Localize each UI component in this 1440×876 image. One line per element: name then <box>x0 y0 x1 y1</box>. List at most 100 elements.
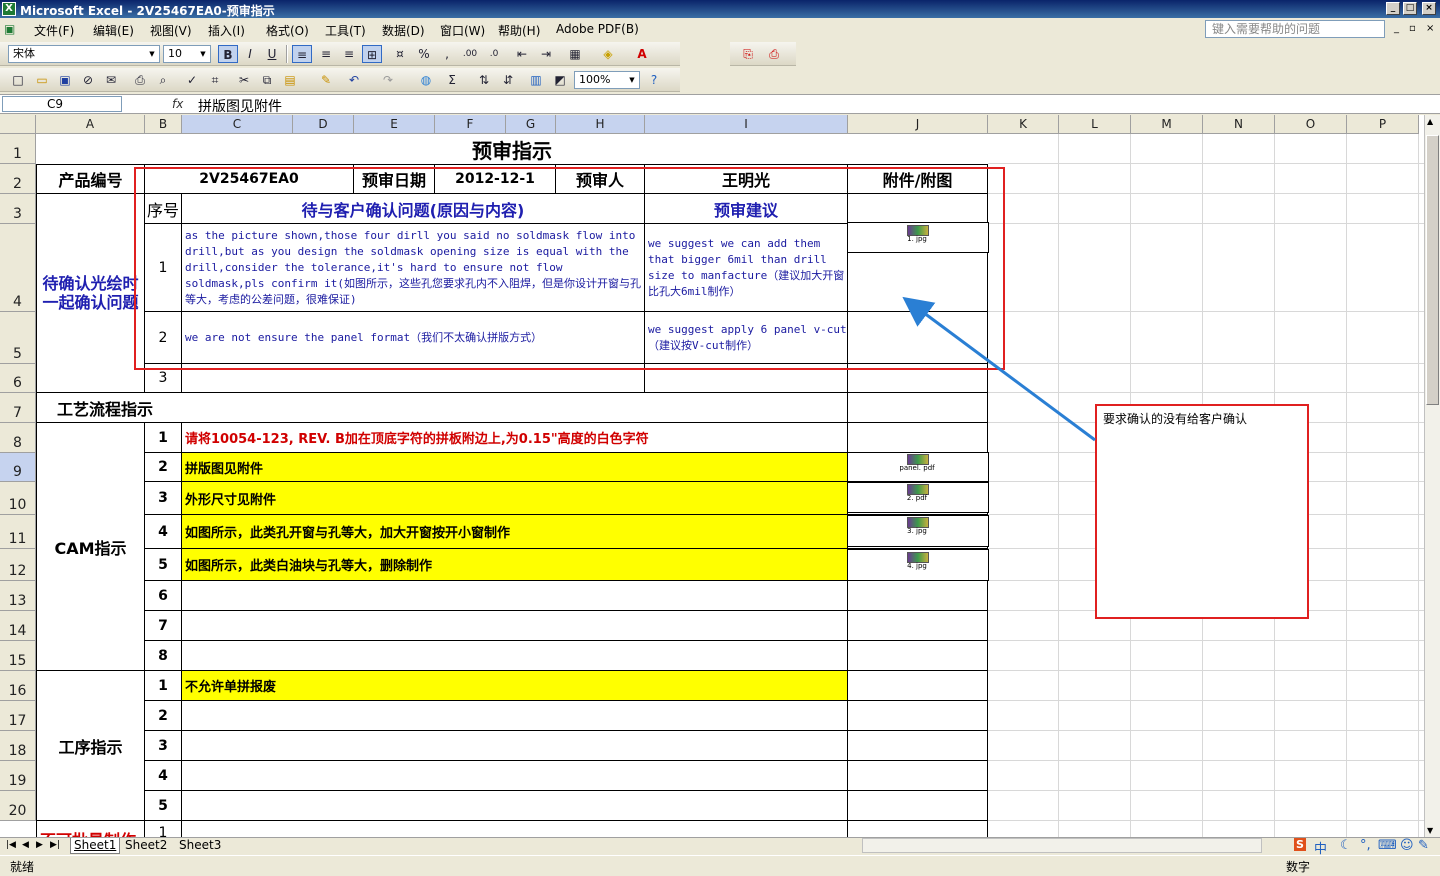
attachment-2-icon[interactable]: 2. pdf <box>897 484 937 504</box>
borders-icon[interactable]: ▦ <box>565 45 585 63</box>
sort-ascending-icon[interactable]: ⇅ <box>474 71 494 89</box>
attachment-4-icon[interactable]: 4. jpg <box>897 552 937 572</box>
column-header[interactable]: E <box>354 115 435 134</box>
wrench-icon[interactable]: ✎ <box>1418 838 1429 853</box>
menu-edit[interactable]: 编辑(E) <box>93 22 134 39</box>
moon-icon[interactable]: ☾ <box>1340 838 1352 853</box>
research-icon[interactable]: ⌗ <box>205 71 225 89</box>
increase-decimal-icon[interactable]: .00 <box>460 45 480 63</box>
attachment-cell[interactable] <box>848 701 988 731</box>
select-all-corner[interactable] <box>0 115 36 134</box>
row-header[interactable]: 6 <box>0 364 36 393</box>
autosum-icon[interactable]: Σ <box>442 71 462 89</box>
align-left-icon[interactable]: ≡ <box>292 45 312 63</box>
column-header[interactable]: H <box>556 115 645 134</box>
email-icon[interactable]: ✉ <box>101 71 121 89</box>
column-header[interactable]: P <box>1347 115 1419 134</box>
bottom-cut-text[interactable] <box>182 821 848 837</box>
cam-row-text[interactable]: 如图所示，此类白油块与孔等大，删除制作 <box>182 549 848 581</box>
permission-icon[interactable]: ⊘ <box>78 71 98 89</box>
row-header[interactable]: 2 <box>0 164 36 194</box>
bold-button[interactable]: B <box>218 45 238 63</box>
menu-data[interactable]: 数据(D) <box>382 22 425 39</box>
proc-row-text[interactable] <box>182 761 848 791</box>
doc-restore-button[interactable]: ▫ <box>1409 23 1416 34</box>
keyboard-icon[interactable]: ⌨ <box>1378 838 1397 853</box>
pdf-mail-icon[interactable]: ⎙ <box>764 45 784 63</box>
column-header[interactable]: G <box>506 115 556 134</box>
tab-sheet1[interactable]: Sheet1 <box>70 838 121 854</box>
row-header[interactable]: 10 <box>0 482 36 515</box>
font-size-select[interactable]: 10 ▼ <box>163 45 211 63</box>
column-header[interactable]: J <box>848 115 988 134</box>
proc-row-number[interactable]: 4 <box>145 761 182 791</box>
row-header[interactable]: 9 <box>0 453 36 482</box>
percent-icon[interactable]: % <box>414 45 434 63</box>
row-header[interactable]: 3 <box>0 194 36 224</box>
confirm-section-label[interactable]: 待确认光绘时一起确认问题 <box>36 194 145 393</box>
maximize-button[interactable]: □ <box>1403 2 1417 15</box>
print-icon[interactable]: ⎙ <box>130 71 150 89</box>
align-center-icon[interactable]: ≡ <box>316 45 336 63</box>
proc-row-text[interactable] <box>182 701 848 731</box>
font-name-select[interactable]: 宋体 ▼ <box>8 45 160 63</box>
row-header[interactable]: 5 <box>0 312 36 364</box>
fill-color-icon[interactable]: ◈ <box>598 45 618 63</box>
align-right-icon[interactable]: ≡ <box>339 45 359 63</box>
proc-row-number[interactable]: 3 <box>145 731 182 761</box>
merge-center-icon[interactable]: ⊞ <box>362 45 382 63</box>
menu-file[interactable]: 文件(F) <box>34 22 74 39</box>
row-header[interactable]: 7 <box>0 393 36 423</box>
ime-toolbar[interactable]: S 中 ☾ °, ⌨ ☺ ✎ <box>1290 838 1440 857</box>
cam-row-text[interactable]: 请将10054-123, REV. B加在顶底字符的拼板附边上,为0.15"高度… <box>182 423 848 453</box>
name-box[interactable]: C9 <box>2 96 122 112</box>
menu-help[interactable]: 帮助(H) <box>498 22 540 39</box>
decrease-indent-icon[interactable]: ⇤ <box>512 45 532 63</box>
italic-button[interactable]: I <box>240 45 260 63</box>
format-painter-icon[interactable]: ✎ <box>316 71 336 89</box>
menu-format[interactable]: 格式(O) <box>266 22 309 39</box>
next-sheet-icon[interactable]: ▶ <box>36 840 43 850</box>
menu-adobe-pdf[interactable]: Adobe PDF(B) <box>556 22 639 36</box>
attachment-cell[interactable] <box>848 761 988 791</box>
cam-row-number[interactable]: 3 <box>145 482 182 515</box>
doc-minimize-button[interactable]: _ <box>1394 23 1399 34</box>
row-header[interactable]: 1 <box>0 134 36 164</box>
cam-row-number[interactable]: 4 <box>145 515 182 549</box>
cut-icon[interactable]: ✂ <box>234 71 254 89</box>
new-file-icon[interactable]: □ <box>8 71 28 89</box>
scroll-down-icon[interactable]: ▼ <box>1427 826 1433 835</box>
row-header[interactable]: 17 <box>0 701 36 731</box>
currency-icon[interactable]: ¤ <box>390 45 410 63</box>
paste-icon[interactable]: ▤ <box>280 71 300 89</box>
scroll-up-icon[interactable]: ▲ <box>1427 117 1433 126</box>
redo-icon[interactable]: ↷ <box>378 71 398 89</box>
cam-row-text[interactable] <box>182 611 848 641</box>
column-header[interactable]: A <box>36 115 145 134</box>
bottom-cut-label[interactable]: 不可批量制作 <box>36 821 145 837</box>
menu-tools[interactable]: 工具(T) <box>325 22 366 39</box>
sort-descending-icon[interactable]: ⇵ <box>498 71 518 89</box>
attachment-cell[interactable] <box>848 671 988 701</box>
cam-row-number[interactable]: 1 <box>145 423 182 453</box>
proc-row-number[interactable]: 5 <box>145 791 182 821</box>
cam-row-text[interactable]: 外形尺寸见附件 <box>182 482 848 515</box>
attachment-cell[interactable] <box>848 641 988 671</box>
help-icon[interactable]: ? <box>644 71 664 89</box>
cam-row-text[interactable]: 如图所示，此类孔开窗与孔等大，加大开窗按开小窗制作 <box>182 515 848 549</box>
close-button[interactable]: × <box>1422 2 1436 15</box>
hyperlink-icon[interactable]: ◍ <box>416 71 436 89</box>
column-header[interactable]: N <box>1203 115 1275 134</box>
attachment-panel-icon[interactable]: panel. pdf <box>897 454 937 474</box>
first-sheet-icon[interactable]: |◀ <box>6 840 16 850</box>
row-header[interactable]: 19 <box>0 761 36 791</box>
attachment-cell[interactable] <box>848 821 988 837</box>
user-icon[interactable]: ☺ <box>1400 838 1414 853</box>
column-header[interactable]: M <box>1131 115 1203 134</box>
zoom-select[interactable]: 100% ▼ <box>574 71 640 89</box>
print-preview-icon[interactable]: ⌕ <box>153 71 173 89</box>
row-header[interactable]: 12 <box>0 549 36 581</box>
row-header[interactable]: 18 <box>0 731 36 761</box>
bottom-cut-number[interactable]: 1 <box>145 821 182 837</box>
attachment-cell[interactable] <box>848 611 988 641</box>
